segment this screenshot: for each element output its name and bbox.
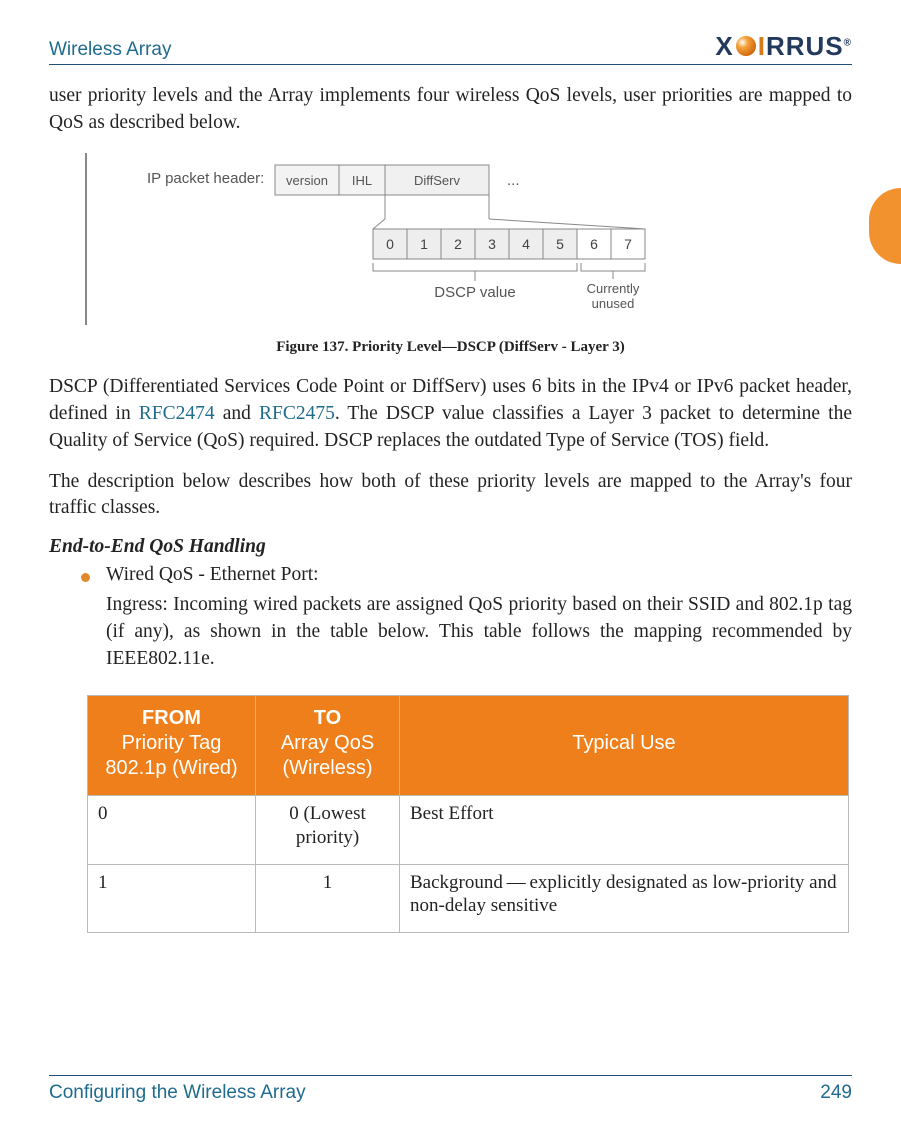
- bullet-wired-qos: Wired QoS - Ethernet Port: Ingress: Inco…: [81, 564, 852, 673]
- bullet-paragraph: Ingress: Incoming wired packets are assi…: [106, 592, 852, 673]
- bullet-title: Wired QoS - Ethernet Port:: [106, 564, 852, 586]
- dscp-paragraph: DSCP (Differentiated Services Code Point…: [49, 374, 852, 455]
- table-row: 0 0 (Lowest priority) Best Effort: [88, 796, 849, 865]
- thumb-tab: [869, 188, 901, 264]
- svg-text:version: version: [286, 173, 328, 188]
- footer-section-title: Configuring the Wireless Array: [49, 1082, 306, 1104]
- dscp-diagram: IP packet header: version IHL DiffServ .…: [147, 157, 747, 325]
- subheading-qos-handling: End-to-End QoS Handling: [49, 536, 852, 558]
- svg-text:IHL: IHL: [352, 173, 372, 188]
- svg-text:DiffServ: DiffServ: [414, 173, 460, 188]
- figure-caption: Figure 137. Priority Level—DSCP (DiffSer…: [49, 339, 852, 356]
- brand-logo: X IRRUS®: [715, 33, 852, 61]
- bullet-dot-icon: [81, 573, 90, 582]
- ip-header-label: IP packet header:: [147, 170, 264, 187]
- svg-text:...: ...: [507, 172, 520, 189]
- table-row: 1 1 Background — explicitly designated a…: [88, 864, 849, 933]
- svg-text:3: 3: [488, 236, 496, 252]
- intro-paragraph: user priority levels and the Array imple…: [49, 83, 852, 137]
- link-rfc2475[interactable]: RFC2475: [259, 403, 335, 424]
- mapping-paragraph: The description below describes how both…: [49, 469, 852, 523]
- logo-registered: ®: [844, 37, 852, 48]
- footer-page-number: 249: [820, 1082, 852, 1104]
- col-header-from: FROM Priority Tag 802.1p (Wired): [88, 696, 256, 796]
- svg-text:DSCP value: DSCP value: [434, 284, 515, 301]
- svg-text:6: 6: [590, 236, 598, 252]
- col-header-to: TO Array QoS (Wireless): [256, 696, 400, 796]
- figure-dscp: IP packet header: version IHL DiffServ .…: [85, 153, 852, 325]
- logo-letter-i: I: [758, 31, 766, 61]
- link-rfc2474[interactable]: RFC2474: [139, 403, 215, 424]
- svg-text:4: 4: [522, 236, 530, 252]
- svg-text:unused: unused: [592, 296, 635, 311]
- running-head: Wireless Array: [49, 39, 171, 61]
- page-content: Wireless Array X IRRUS® user priority le…: [49, 33, 852, 933]
- svg-text:0: 0: [386, 236, 394, 252]
- svg-text:7: 7: [624, 236, 632, 252]
- logo-orb-icon: [736, 36, 756, 56]
- page-footer: Configuring the Wireless Array 249: [49, 1075, 852, 1104]
- svg-text:1: 1: [420, 236, 428, 252]
- svg-text:5: 5: [556, 236, 564, 252]
- page-header: Wireless Array X IRRUS®: [49, 33, 852, 65]
- logo-letters-rrus: RRUS: [766, 31, 844, 61]
- svg-text:Currently: Currently: [587, 281, 640, 296]
- svg-text:2: 2: [454, 236, 462, 252]
- logo-letter-x: X: [715, 33, 733, 59]
- dscp-bits: 0 1 2 3 4 5 6 7: [373, 229, 645, 259]
- qos-mapping-table: FROM Priority Tag 802.1p (Wired) TO Arra…: [87, 695, 849, 933]
- col-header-use: Typical Use: [400, 696, 849, 796]
